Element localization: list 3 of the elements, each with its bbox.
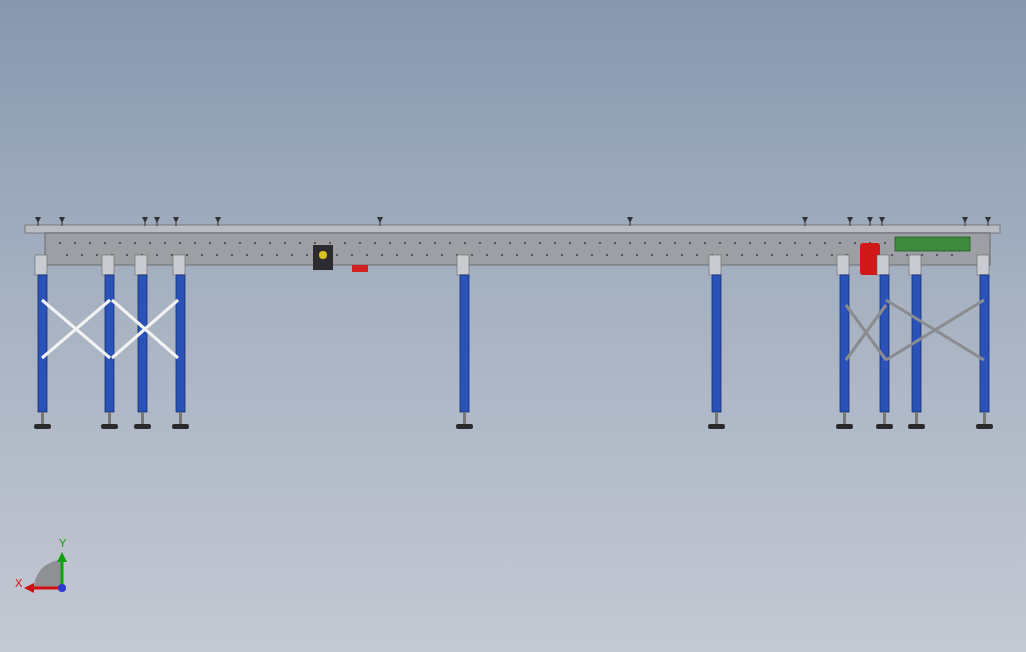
x-axis-label: X [15, 577, 23, 589]
axis-triad-drawing [24, 552, 67, 593]
y-axis-label: Y [59, 537, 67, 549]
